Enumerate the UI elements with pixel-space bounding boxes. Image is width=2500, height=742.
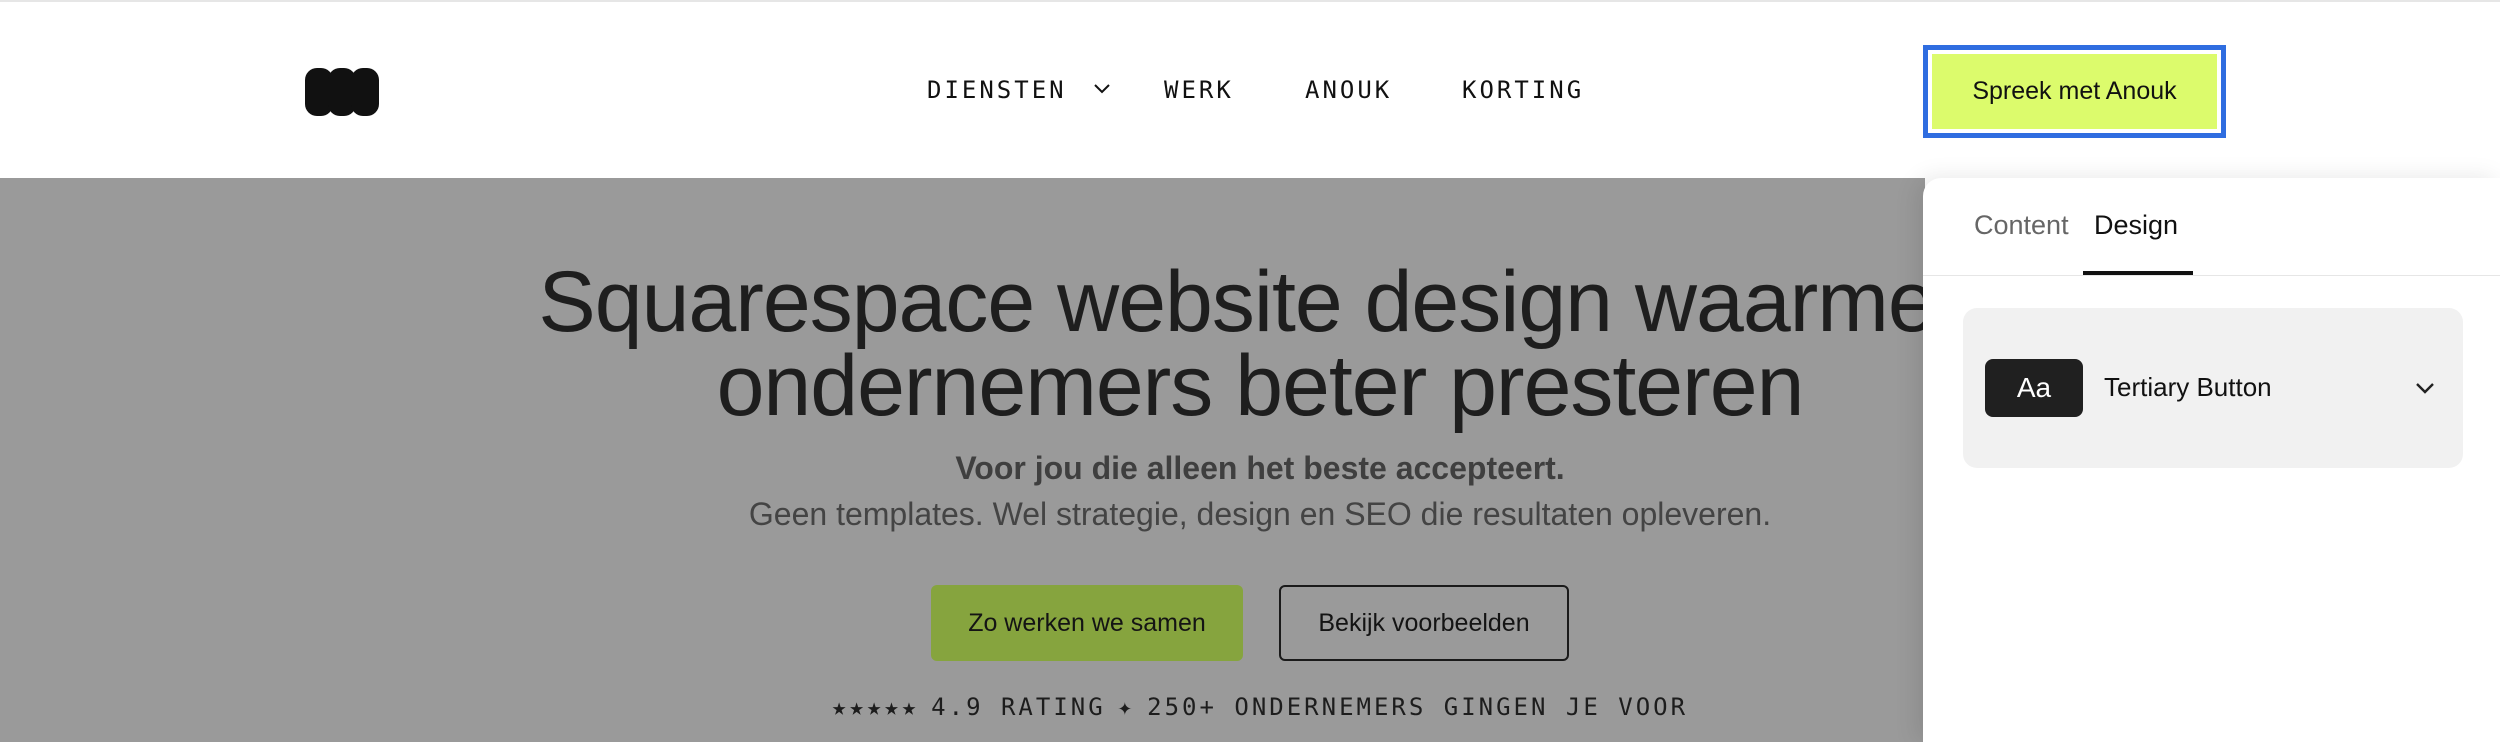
hero-subheadline: Geen templates. Wel strategie, design en… <box>748 496 1772 532</box>
nav-item-korting[interactable]: KORTING <box>1462 76 1584 104</box>
font-preview-icon: Aa <box>1985 359 2083 417</box>
work-together-button[interactable]: Zo werken we samen <box>931 585 1243 661</box>
view-examples-button[interactable]: Bekijk voorbeelden <box>1279 585 1569 661</box>
site-header: DIENSTEN WERK ANOUK KORTING Spreek met A… <box>0 0 2500 178</box>
hero-headline-line2: ondernemers beter presteren <box>716 338 1805 434</box>
nav-item-werk[interactable]: WERK <box>1164 76 1234 104</box>
chevron-down-icon <box>1094 84 1110 94</box>
nav-item-label: WERK <box>1164 76 1234 104</box>
rating-customers: 250+ ONDERNEMERS GINGEN JE VOOR <box>1147 693 1689 721</box>
hero-headline: Squarespace website design waarmee onder… <box>0 259 1925 429</box>
nav-item-label: DIENSTEN <box>927 76 1067 104</box>
contact-cta-button[interactable]: Spreek met Anouk <box>1932 54 2217 129</box>
sparkle-icon: ✦ <box>1117 693 1136 721</box>
rating-score: 4.9 RATING <box>931 693 1106 721</box>
button-style-selector[interactable]: Aa Tertiary Button <box>1963 308 2463 468</box>
hero-section: Squarespace website design waarmee onder… <box>0 178 1925 742</box>
nav-item-anouk[interactable]: ANOUK <box>1305 76 1392 104</box>
button-style-label: Tertiary Button <box>2104 372 2272 402</box>
hero-subheadline-bold: Voor jou die alleen het beste accepteert… <box>955 450 1565 486</box>
rating-stars: ★★★★★ <box>831 693 920 721</box>
active-tab-indicator <box>2083 271 2193 275</box>
chevron-down-icon <box>2416 383 2434 394</box>
hero-headline-line1: Squarespace website design waarmee <box>538 254 1925 350</box>
style-editor-panel: Content Design Aa Tertiary Button <box>1923 178 2500 742</box>
nav-item-label: KORTING <box>1462 76 1585 104</box>
tab-content[interactable]: Content <box>1974 210 2069 241</box>
selected-element-outline: Spreek met Anouk <box>1923 45 2226 138</box>
nav-item-label: ANOUK <box>1305 76 1393 104</box>
tab-design[interactable]: Design <box>2094 210 2178 241</box>
rating-strip: ★★★★★ 4.9 RATING ✦ 250+ ONDERNEMERS GINGEN … <box>0 693 1925 721</box>
nav-item-diensten[interactable]: DIENSTEN <box>927 76 1110 104</box>
panel-tabs: Content Design <box>1923 178 2500 276</box>
